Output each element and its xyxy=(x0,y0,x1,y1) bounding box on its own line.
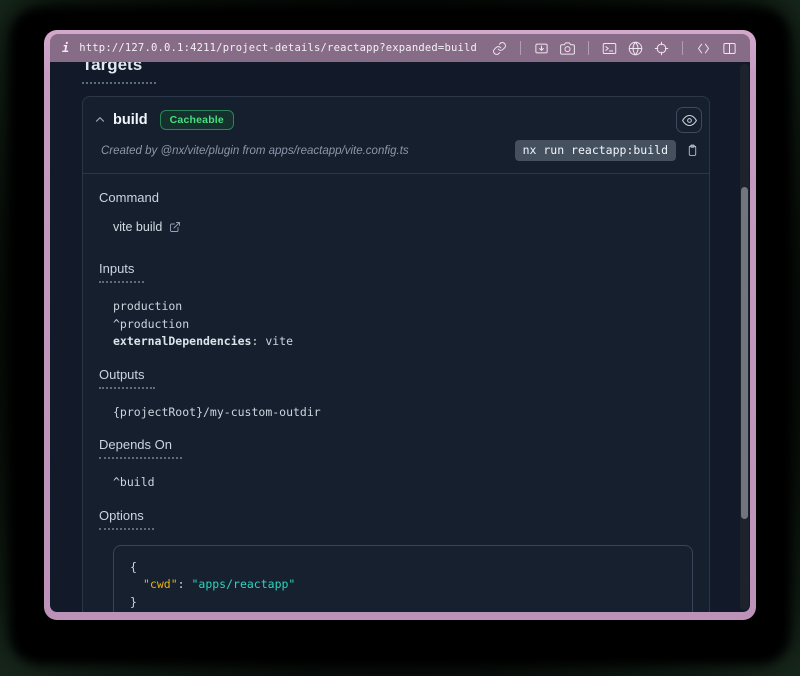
external-link-icon xyxy=(169,221,181,233)
input-item: production xyxy=(113,298,693,316)
json-separator: : xyxy=(178,577,192,591)
build-card-description-row: Created by @nx/vite/plugin from apps/rea… xyxy=(83,137,709,174)
input-item: ^production xyxy=(113,316,693,334)
cacheable-badge: Cacheable xyxy=(160,110,234,130)
inputs-list: production ^production externalDependenc… xyxy=(113,298,693,351)
copy-icon[interactable] xyxy=(684,142,700,160)
eye-button[interactable] xyxy=(676,107,702,133)
created-by-text: Created by @nx/vite/plugin from apps/rea… xyxy=(101,145,409,157)
page-title: Targets xyxy=(82,62,156,84)
toolbar-divider xyxy=(588,41,589,55)
json-key: "cwd" xyxy=(143,577,178,591)
build-card-body: Command vite build Inputs production ^pr… xyxy=(83,174,709,612)
outputs-list: {projectRoot}/my-custom-outdir xyxy=(113,404,693,422)
toolbar-divider xyxy=(520,41,521,55)
inputs-section-heading: Inputs xyxy=(99,261,144,283)
options-json-block: { "cwd": "apps/reactapp" } xyxy=(113,545,693,613)
input-dep-key: externalDependencies xyxy=(113,334,251,348)
depends-on-section-heading: Depends On xyxy=(99,437,182,459)
import-icon[interactable] xyxy=(533,40,550,57)
options-section-heading: Options xyxy=(99,508,154,530)
json-close-brace: } xyxy=(130,594,676,612)
input-dep-value: : vite xyxy=(251,334,293,348)
browser-toolbar: i xyxy=(50,34,750,62)
depends-on-item: ^build xyxy=(113,474,693,492)
columns-icon[interactable] xyxy=(721,40,738,57)
target-card-build: build Cacheable Created by @nx/vite/plug… xyxy=(82,96,710,612)
chevron-up-icon[interactable] xyxy=(93,113,107,127)
command-section-heading: Command xyxy=(99,190,693,205)
json-property-line: "cwd": "apps/reactapp" xyxy=(130,576,676,594)
page-content: Targets build Cacheable Created by @nx/v… xyxy=(50,62,750,612)
toolbar-divider xyxy=(682,41,683,55)
depends-on-list: ^build xyxy=(113,474,693,492)
output-item: {projectRoot}/my-custom-outdir xyxy=(113,404,693,422)
run-command-chip: nx run reactapp:build xyxy=(515,140,676,161)
crosshair-icon[interactable] xyxy=(653,40,670,57)
build-card-header[interactable]: build Cacheable xyxy=(83,97,709,137)
scrollbar-thumb[interactable] xyxy=(741,187,748,519)
input-item: externalDependencies: vite xyxy=(113,333,693,351)
json-value: "apps/reactapp" xyxy=(191,577,295,591)
info-icon: i xyxy=(62,41,69,55)
globe-icon[interactable] xyxy=(627,40,644,57)
browser-window: i xyxy=(44,30,756,620)
json-open-brace: { xyxy=(130,559,676,577)
toolbar-actions xyxy=(491,40,738,57)
code-icon[interactable] xyxy=(695,40,712,57)
terminal-icon[interactable] xyxy=(601,40,618,57)
address-bar[interactable] xyxy=(79,42,491,54)
camera-icon[interactable] xyxy=(559,40,576,57)
target-name: build xyxy=(113,112,148,128)
link-icon[interactable] xyxy=(491,40,508,57)
command-value: vite build xyxy=(113,220,162,234)
command-link[interactable]: vite build xyxy=(113,220,181,234)
outputs-section-heading: Outputs xyxy=(99,367,155,389)
